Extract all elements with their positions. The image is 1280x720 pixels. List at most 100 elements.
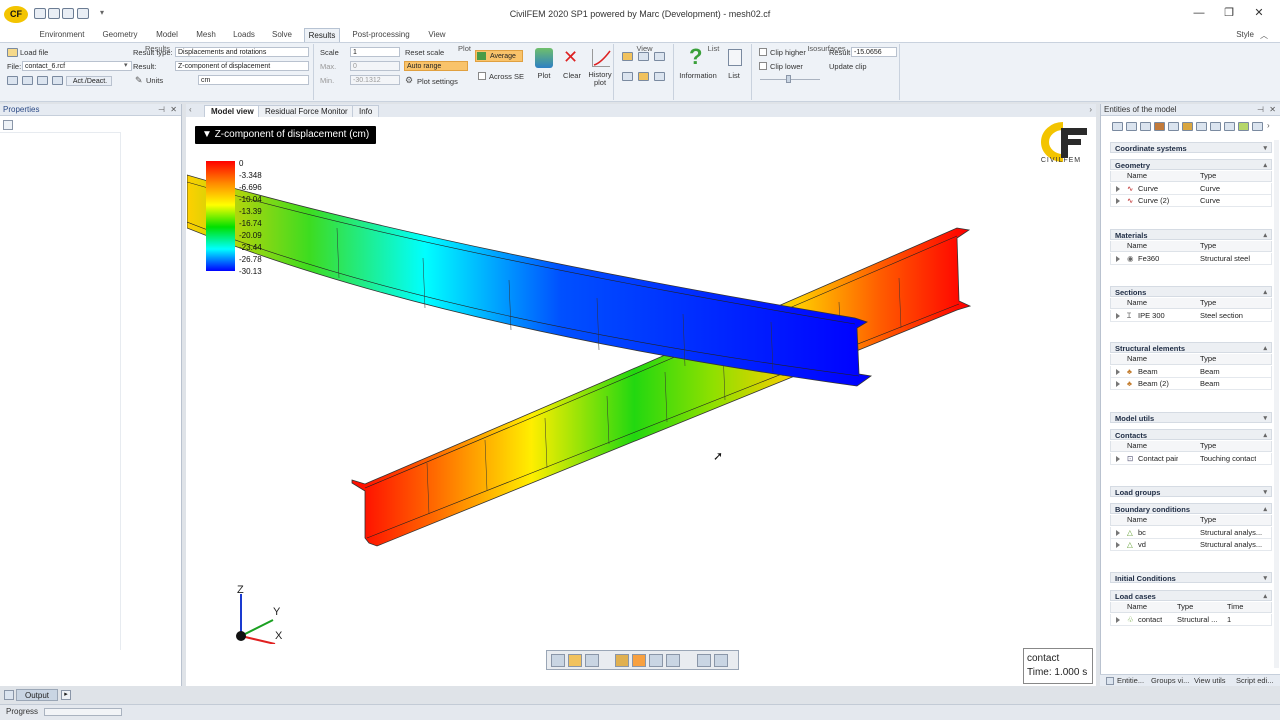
min-input[interactable]: -30.1312 bbox=[350, 75, 400, 85]
beam-1[interactable] bbox=[187, 174, 873, 387]
first-step-icon[interactable] bbox=[7, 76, 18, 85]
expand-icon[interactable] bbox=[1116, 186, 1120, 192]
clear-button[interactable]: Clear bbox=[559, 71, 585, 80]
result-select[interactable]: Z-component of displacement bbox=[175, 61, 309, 71]
table-row[interactable]: ◉ Fe360 Structural steel bbox=[1110, 253, 1272, 265]
tab-view-utils[interactable]: View utils bbox=[1194, 675, 1226, 687]
expand-icon[interactable] bbox=[1116, 198, 1120, 204]
fit-view-icon[interactable] bbox=[632, 654, 646, 667]
tab-entities[interactable]: Entitie... bbox=[1117, 675, 1144, 687]
next-step-icon[interactable] bbox=[37, 76, 48, 85]
section-model-utils[interactable]: Model utils ▾ bbox=[1110, 412, 1272, 423]
iso-result-input[interactable]: -15.0656 bbox=[851, 47, 897, 57]
information-button[interactable]: Information bbox=[676, 71, 720, 80]
rotate-icon[interactable] bbox=[585, 654, 599, 667]
select-icon[interactable] bbox=[568, 654, 582, 667]
history-plot-button[interactable]: History plot bbox=[585, 71, 615, 87]
view-shell-icon[interactable] bbox=[654, 52, 665, 61]
coord-system-icon[interactable] bbox=[1112, 122, 1123, 131]
tab-mesh[interactable]: Mesh bbox=[190, 28, 222, 42]
tab-residual-force-monitor[interactable]: Residual Force Monitor bbox=[258, 105, 355, 117]
load-icon[interactable] bbox=[1224, 122, 1235, 131]
view-line-icon[interactable] bbox=[622, 72, 633, 81]
collapse-icon[interactable]: ▴ bbox=[1263, 430, 1267, 441]
expand-icon[interactable] bbox=[1116, 256, 1120, 262]
zoom-icon[interactable] bbox=[551, 654, 565, 667]
maximize-icon[interactable]: ❐ bbox=[1214, 4, 1244, 22]
load-file-button[interactable]: Load file bbox=[20, 48, 48, 57]
close-icon[interactable]: ✕ bbox=[170, 105, 177, 114]
update-clip-button[interactable]: Update clip bbox=[829, 62, 867, 71]
expand-icon[interactable] bbox=[1116, 530, 1120, 536]
section-contacts[interactable]: Contacts ▴ bbox=[1110, 429, 1272, 440]
tab-environment[interactable]: Environment bbox=[34, 28, 90, 42]
element-icon[interactable] bbox=[1182, 122, 1193, 131]
view-section-icon[interactable] bbox=[638, 52, 649, 61]
output-expand-icon[interactable]: ▸ bbox=[61, 690, 71, 700]
tab-solve[interactable]: Solve bbox=[266, 28, 298, 42]
collapse-icon[interactable]: ▴ bbox=[1263, 343, 1267, 354]
section-coordinate-systems[interactable]: Coordinate systems ▾ bbox=[1110, 142, 1272, 153]
tab-info[interactable]: Info bbox=[352, 105, 380, 117]
tab-script-editor[interactable]: Script edi... bbox=[1236, 675, 1274, 687]
contact-icon[interactable] bbox=[1210, 122, 1221, 131]
tab-model-view[interactable]: Model view bbox=[204, 105, 261, 117]
close-icon[interactable]: ✕ bbox=[1269, 105, 1276, 114]
table-row[interactable]: ⊡ Contact pair Touching contact bbox=[1110, 453, 1272, 465]
settings-icon[interactable] bbox=[714, 654, 728, 667]
max-input[interactable]: 0 bbox=[350, 61, 400, 71]
view-wire-icon[interactable] bbox=[654, 72, 665, 81]
model-view-canvas[interactable]: ▼ Z-component of displacement (cm) 0 -3.… bbox=[187, 118, 1095, 685]
style-menu[interactable]: Style bbox=[1236, 28, 1254, 42]
collapse-icon[interactable]: ▴ bbox=[1263, 504, 1267, 515]
section-geometry[interactable]: Geometry ▴ bbox=[1110, 159, 1272, 170]
collapse-icon[interactable]: ▾ bbox=[1263, 573, 1267, 584]
tabs-scroll-left-icon[interactable]: ‹ bbox=[189, 105, 192, 114]
table-row[interactable]: ♣ Beam Beam bbox=[1110, 366, 1272, 378]
collapse-icon[interactable]: ▾ bbox=[1263, 413, 1267, 424]
collapse-icon[interactable]: ▾ bbox=[1263, 143, 1267, 154]
section-icon[interactable] bbox=[1168, 122, 1179, 131]
tools-icon[interactable] bbox=[1196, 122, 1207, 131]
tab-post-processing[interactable]: Post-processing bbox=[348, 28, 414, 42]
tab-output[interactable]: Output bbox=[16, 689, 58, 701]
file-select[interactable]: contact_6.rcf bbox=[22, 61, 132, 71]
view-solid-icon[interactable] bbox=[638, 72, 649, 81]
expand-icon[interactable] bbox=[1116, 542, 1120, 548]
expand-icon[interactable] bbox=[1116, 617, 1120, 623]
section-structural-elements[interactable]: Structural elements ▴ bbox=[1110, 342, 1272, 353]
entities-scrollbar[interactable] bbox=[1274, 140, 1279, 668]
ribbon-collapse-icon[interactable]: ︿ bbox=[1260, 30, 1268, 41]
act-deact-button[interactable]: Act./Deact. bbox=[66, 76, 112, 86]
tab-view[interactable]: View bbox=[420, 28, 454, 42]
clip-lower-checkbox[interactable] bbox=[759, 62, 767, 70]
plot-button[interactable]: Plot bbox=[532, 71, 556, 80]
measure-icon[interactable] bbox=[649, 654, 663, 667]
collapse-icon[interactable]: ▴ bbox=[1263, 591, 1267, 602]
collapse-icon[interactable]: ▴ bbox=[1263, 160, 1267, 171]
section-materials[interactable]: Materials ▴ bbox=[1110, 229, 1272, 240]
curve-icon[interactable] bbox=[1126, 122, 1137, 131]
plot-title[interactable]: ▼ Z-component of displacement (cm) bbox=[195, 126, 377, 144]
pin-icon[interactable]: ⊣ bbox=[1257, 105, 1264, 114]
table-row[interactable]: △ vd Structural analys... bbox=[1110, 539, 1272, 551]
plot-settings-button[interactable]: Plot settings bbox=[417, 77, 458, 86]
collapse-icon[interactable]: ▴ bbox=[1263, 287, 1267, 298]
tab-model[interactable]: Model bbox=[150, 28, 184, 42]
collapse-icon[interactable]: ▴ bbox=[1263, 230, 1267, 241]
section-initial-conditions[interactable]: Initial Conditions ▾ bbox=[1110, 572, 1272, 583]
across-se-checkbox[interactable] bbox=[478, 72, 486, 80]
table-row[interactable]: △ bc Structural analys... bbox=[1110, 527, 1272, 539]
tools-icon[interactable] bbox=[666, 654, 680, 667]
reset-scale-button[interactable]: Reset scale bbox=[405, 48, 444, 57]
section-load-groups[interactable]: Load groups ▾ bbox=[1110, 486, 1272, 497]
beam-model[interactable] bbox=[187, 118, 1095, 685]
properties-splitter[interactable] bbox=[120, 132, 121, 650]
expand-icon[interactable] bbox=[1116, 456, 1120, 462]
section-boundary-conditions[interactable]: Boundary conditions ▴ bbox=[1110, 503, 1272, 514]
previous-step-icon[interactable] bbox=[22, 76, 33, 85]
close-icon[interactable]: ✕ bbox=[1244, 4, 1274, 22]
load-case-icon[interactable] bbox=[1252, 122, 1263, 131]
iso-slider-handle[interactable] bbox=[786, 75, 791, 83]
auto-range-button[interactable]: Auto range bbox=[404, 61, 468, 71]
